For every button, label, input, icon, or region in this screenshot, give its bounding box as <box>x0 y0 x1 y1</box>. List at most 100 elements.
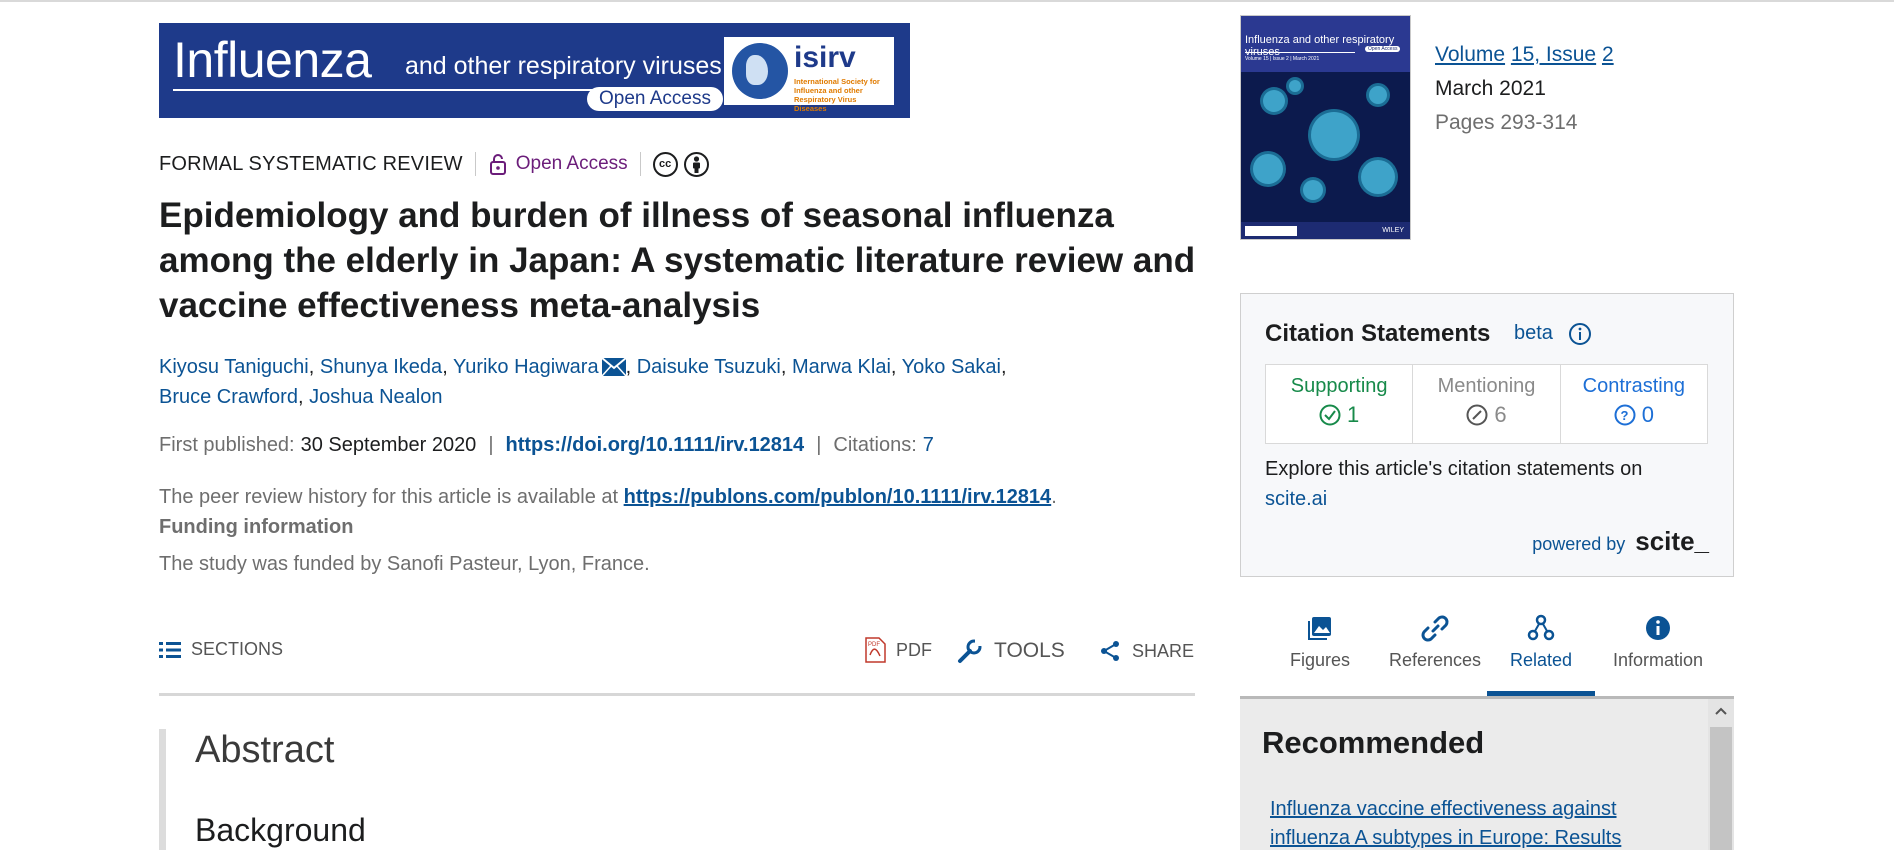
article-meta-row: FORMAL SYSTEMATIC REVIEW Open Access cc <box>159 150 709 178</box>
author-link[interactable]: Daisuke Tsuzuki <box>637 356 781 378</box>
lock-icon <box>489 154 506 175</box>
svg-text:PDF: PDF <box>868 642 880 648</box>
citation-stats: Supporting 1 Mentioning 6 Contrasting ? … <box>1265 364 1708 444</box>
divider <box>474 152 476 176</box>
author-link[interactable]: Bruce Crawford <box>159 386 298 408</box>
issue-date: March 2021 <box>1435 77 1546 100</box>
tools-button[interactable]: TOOLS <box>956 637 1065 665</box>
tab-label: Figures <box>1289 650 1351 670</box>
author-link[interactable]: Kiyosu Taniguchi <box>159 356 309 378</box>
svg-text:?: ? <box>1620 408 1628 423</box>
peer-review-link[interactable]: https://publons.com/publon/10.1111/irv.1… <box>624 486 1052 508</box>
citations-label: Citations: <box>833 434 917 456</box>
abstract-heading: Abstract <box>195 729 335 771</box>
abstract-sidebar <box>159 729 166 850</box>
mentioning-stat[interactable]: Mentioning 6 <box>1413 365 1561 443</box>
peer-review-text: The peer review history for this article… <box>159 486 624 508</box>
divider <box>639 152 641 176</box>
banner-title: Influenza <box>173 32 372 88</box>
tab-information[interactable]: Information <box>1598 610 1718 696</box>
first-published-label: First published: <box>159 434 295 456</box>
article-title: Epidemiology and burden of illness of se… <box>159 196 1196 325</box>
tab-figures[interactable]: Figures <box>1280 610 1360 696</box>
creative-commons-icon[interactable]: cc <box>652 151 678 177</box>
scrollbar-thumb[interactable] <box>1710 727 1732 850</box>
isirv-logo-text: isirv <box>794 41 856 74</box>
related-icon <box>1527 614 1555 641</box>
doi-link[interactable]: https://doi.org/10.1111/irv.12814 <box>506 434 805 457</box>
supporting-stat[interactable]: Supporting 1 <box>1266 365 1414 443</box>
isirv-logo: isirv International Society for Influenz… <box>724 37 894 113</box>
scite-explore-text: Explore this article's citation statemen… <box>1265 454 1685 514</box>
cover-open-access: Open Access <box>1365 46 1401 52</box>
contrasting-count: 0 <box>1641 402 1654 427</box>
cover-publisher: WILEY <box>1382 227 1404 234</box>
recommended-article-link[interactable]: Influenza vaccine effectiveness against … <box>1270 795 1670 850</box>
volume-link[interactable]: Volume <box>1435 43 1505 66</box>
top-border <box>0 0 1894 2</box>
banner-rule <box>173 89 613 91</box>
volume-issue-link[interactable]: 15, Issue <box>1511 43 1596 66</box>
journal-cover[interactable]: Influenza and other respiratory viruses … <box>1240 15 1411 240</box>
cover-footer: WILEY <box>1241 222 1410 239</box>
mentioning-count: 6 <box>1494 402 1507 427</box>
citations-count[interactable]: 7 <box>923 434 934 457</box>
cover-isirv-logo <box>1245 226 1297 236</box>
share-label: SHARE <box>1132 640 1195 661</box>
scroll-up-button[interactable] <box>1708 699 1734 723</box>
supporting-label: Supporting <box>1290 375 1388 397</box>
journal-banner[interactable]: Influenza and other respiratory viruses … <box>159 23 910 118</box>
tab-label: Information <box>1612 650 1704 670</box>
sections-button[interactable]: SECTIONS <box>159 639 283 660</box>
share-icon <box>1101 641 1119 661</box>
wrench-icon <box>958 639 982 663</box>
pdf-button[interactable]: PDF PDF <box>864 637 932 663</box>
email-icon[interactable] <box>601 358 626 376</box>
scite-logo: scite_ <box>1635 526 1709 556</box>
supporting-count: 1 <box>1347 402 1360 427</box>
recommended-panel: Recommended Influenza vaccine effectiven… <box>1240 699 1734 850</box>
link-icon <box>1421 615 1449 642</box>
tools-label: TOOLS <box>994 639 1065 662</box>
separator: | <box>816 434 822 456</box>
author-link[interactable]: Shunya Ikeda <box>320 356 442 378</box>
article-type: FORMAL SYSTEMATIC REVIEW <box>159 152 463 175</box>
background-heading: Background <box>195 812 366 848</box>
cover-virus-image <box>1241 72 1410 222</box>
mentioning-label: Mentioning <box>1437 375 1536 397</box>
issue-links: Volume 15, Issue 2 <box>1435 38 1614 72</box>
issue-info: Volume 15, Issue 2 March 2021 Pages 293-… <box>1435 38 1614 140</box>
powered-by[interactable]: powered by scite_ <box>1532 526 1709 557</box>
list-icon <box>159 641 181 658</box>
scite-link[interactable]: scite.ai <box>1265 488 1327 510</box>
toolbar-divider <box>159 693 1195 696</box>
info-icon[interactable] <box>1568 322 1592 346</box>
author-list: Kiyosu Taniguchi, Shunya Ikeda, Yuriko H… <box>159 356 1007 408</box>
info-icon <box>1646 616 1670 640</box>
check-circle-icon <box>1319 404 1341 426</box>
cover-meta: Volume 15 | Issue 2 | March 2021 <box>1245 56 1320 62</box>
pdf-icon: PDF <box>865 637 886 663</box>
first-published-date: 30 September 2020 <box>300 434 477 456</box>
author-link[interactable]: Joshua Nealon <box>309 386 442 408</box>
scrollbar[interactable] <box>1708 699 1734 850</box>
issue-number-link[interactable]: 2 <box>1602 43 1614 66</box>
open-access-badge[interactable]: Open Access <box>516 153 628 175</box>
tab-references[interactable]: References <box>1380 610 1490 696</box>
license-icons[interactable]: cc <box>652 151 709 177</box>
citation-statements-widget: Citation Statements beta Supporting 1 Me… <box>1240 293 1734 577</box>
article-toolbar: SECTIONS PDF PDF TOOLS SHARE <box>159 635 1195 671</box>
share-button[interactable]: SHARE <box>1098 639 1194 663</box>
banner-subtitle: and other respiratory viruses <box>405 52 722 80</box>
funding-text: The study was funded by Sanofi Pasteur, … <box>159 553 650 575</box>
tab-related[interactable]: Related <box>1487 610 1595 696</box>
author-link[interactable]: Yuriko Hagiwara <box>453 356 599 378</box>
chevron-up-icon <box>1715 707 1727 715</box>
separator: | <box>488 434 494 456</box>
attribution-icon[interactable] <box>683 151 709 177</box>
author-link[interactable]: Yoko Sakai <box>902 356 1001 378</box>
contrasting-stat[interactable]: Contrasting ? 0 <box>1561 365 1707 443</box>
tab-label: Related <box>1509 650 1573 670</box>
peer-review-note: The peer review history for this article… <box>159 486 1057 508</box>
author-link[interactable]: Marwa Klai <box>792 356 891 378</box>
